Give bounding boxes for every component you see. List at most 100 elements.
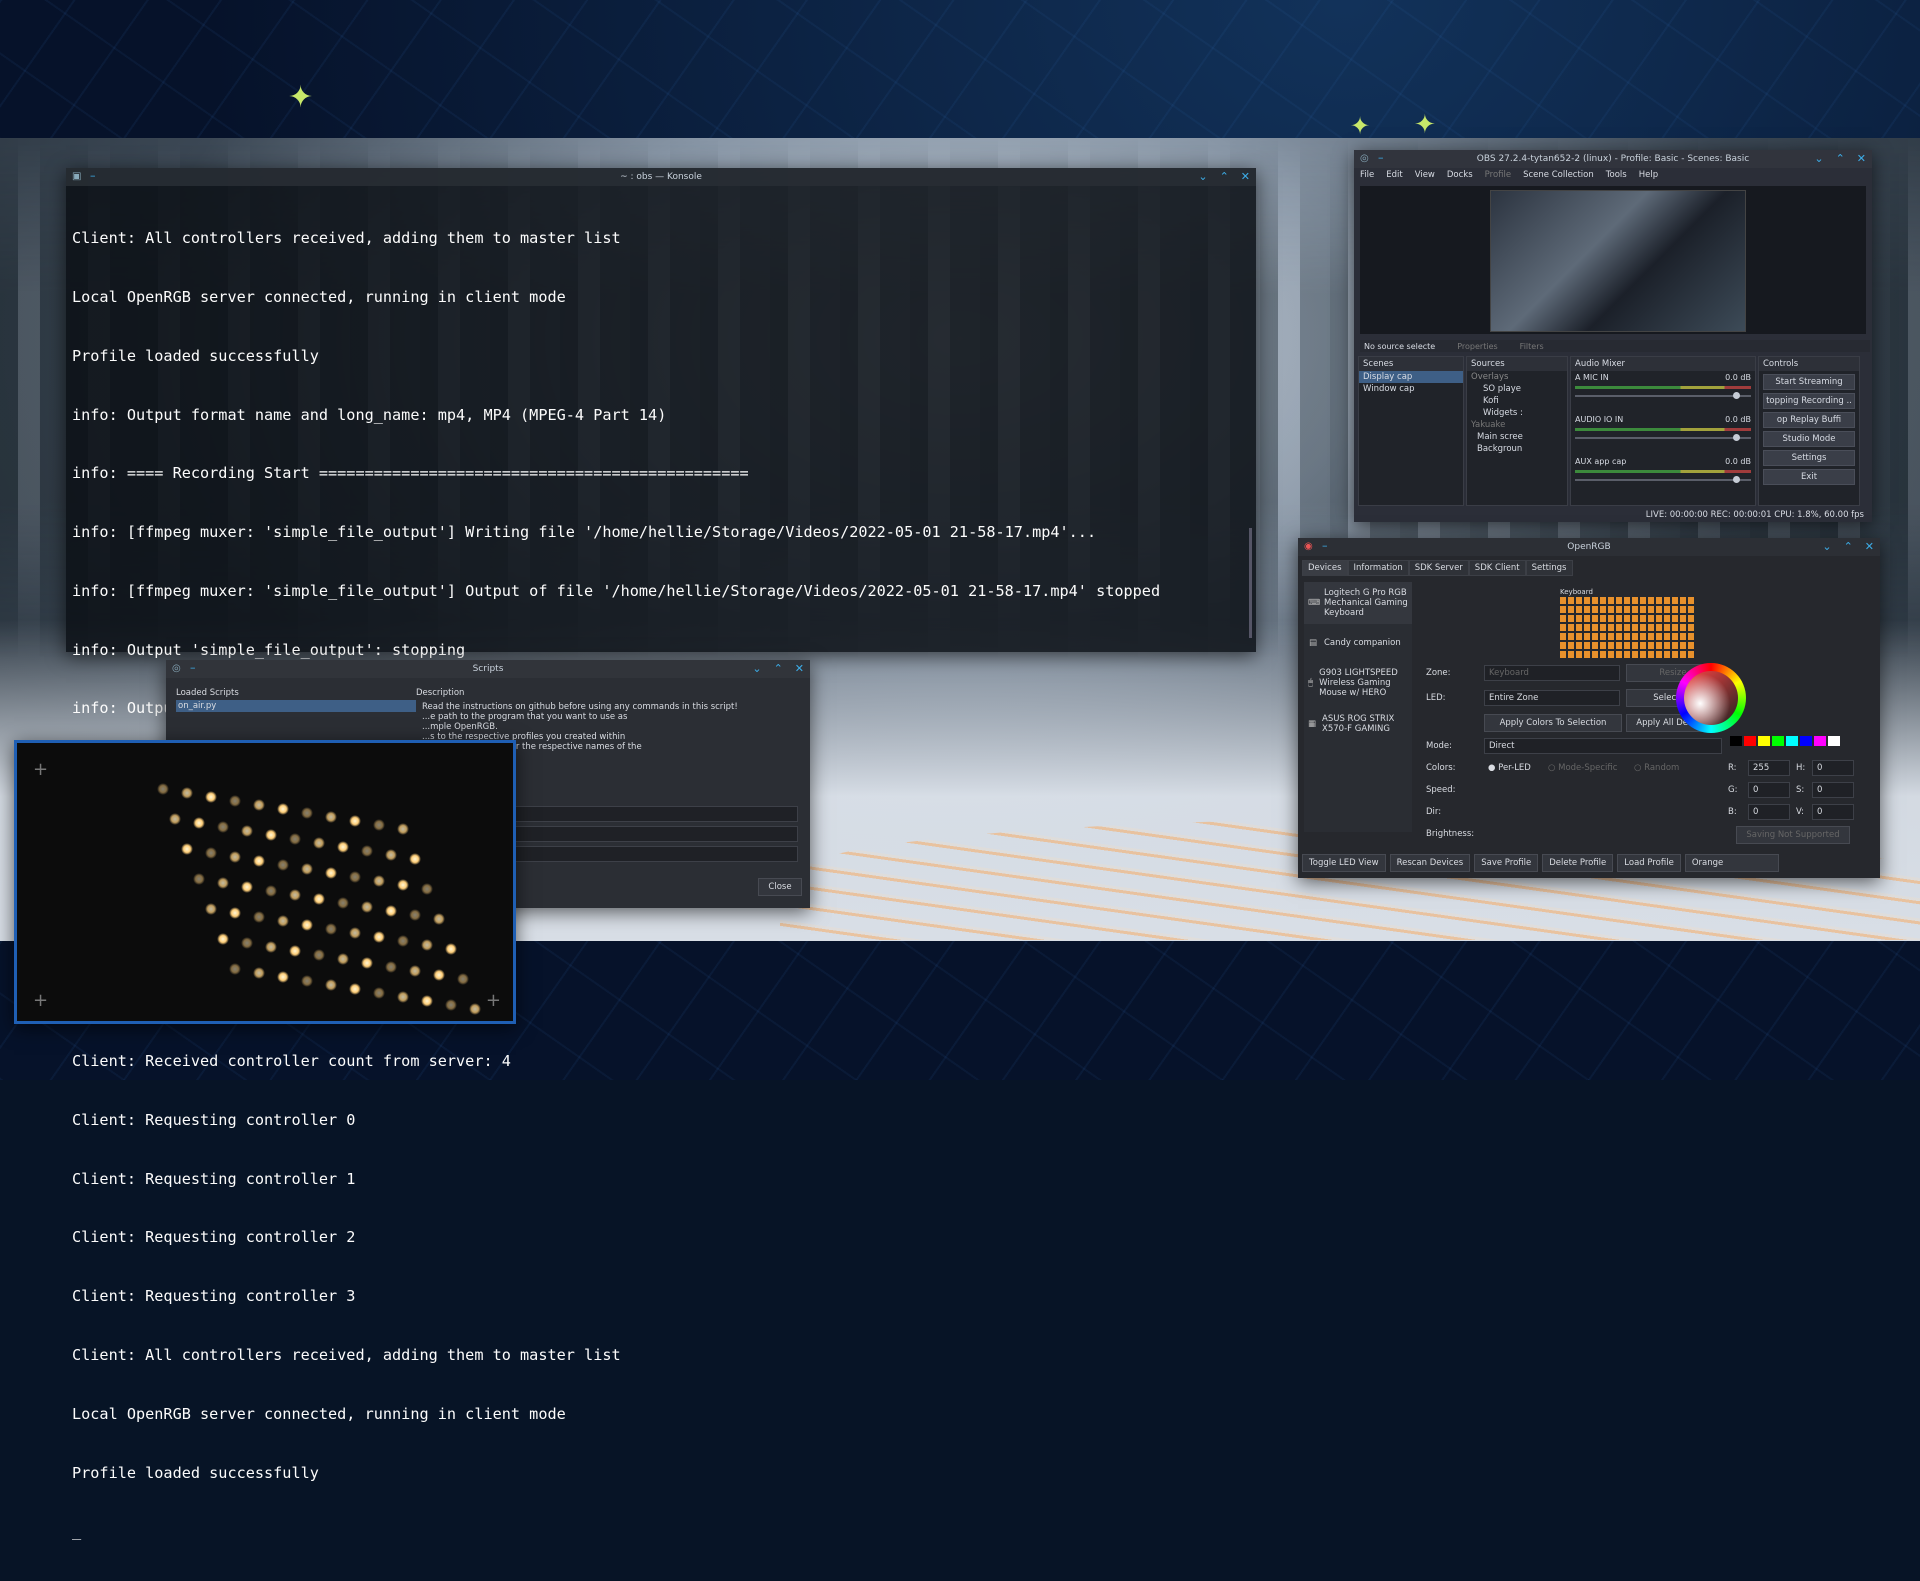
replay-buffer-button[interactable]: op Replay Buffi (1763, 412, 1855, 428)
color-swatch[interactable] (1730, 736, 1742, 746)
mode-specific-radio[interactable]: ○ Mode-Specific (1548, 763, 1617, 773)
close-button[interactable]: ✕ (1241, 170, 1250, 183)
minimize-button[interactable]: ⌄ (1822, 540, 1831, 553)
color-swatch[interactable] (1772, 736, 1784, 746)
slider-handle[interactable] (1733, 476, 1741, 483)
konsole-titlebar[interactable]: ▣ – ~ : obs — Konsole ⌄ ⌃ ✕ (66, 168, 1256, 186)
minimize-icon[interactable]: – (1378, 151, 1384, 164)
device-item[interactable]: ▤ Candy companion (1304, 632, 1412, 654)
minimize-button[interactable]: ⌄ (1198, 170, 1207, 183)
start-streaming-button[interactable]: Start Streaming (1763, 374, 1855, 390)
device-item[interactable]: 🖱 G903 LIGHTSPEED Wireless Gaming Mouse w… (1304, 662, 1412, 704)
stop-recording-button[interactable]: topping Recording .. (1763, 393, 1855, 409)
terminal-scrollbar[interactable] (1249, 528, 1252, 638)
source-item[interactable]: Yakuake (1467, 419, 1567, 431)
openrgb-titlebar[interactable]: ◉ – OpenRGB ⌄ ⌃ ✕ (1298, 538, 1880, 556)
v-spinbox[interactable]: 0 (1812, 804, 1854, 820)
source-item[interactable]: Main scree (1467, 431, 1567, 443)
led-select[interactable]: Entire Zone (1484, 690, 1620, 706)
device-item[interactable]: ▦ ASUS ROG STRIX X570-F GAMING (1304, 708, 1412, 740)
maximize-button[interactable]: ⌃ (1844, 540, 1853, 553)
maximize-button[interactable]: ⌃ (1836, 152, 1845, 165)
menu-file[interactable]: File (1360, 170, 1374, 180)
settings-button[interactable]: Settings (1763, 450, 1855, 466)
source-item[interactable]: SO playe (1467, 383, 1567, 395)
script-item[interactable]: on_air.py (176, 700, 416, 712)
exit-button[interactable]: Exit (1763, 469, 1855, 485)
scripts-titlebar[interactable]: ◎ – Scripts ⌄ ⌃ ✕ (166, 660, 810, 678)
color-swatch[interactable] (1786, 736, 1798, 746)
keyboard-led-glow (205, 847, 217, 859)
color-swatch[interactable] (1814, 736, 1826, 746)
device-item[interactable]: ⌨ Logitech G Pro RGB Mechanical Gaming Ke… (1304, 582, 1412, 624)
close-button[interactable]: ✕ (1865, 540, 1874, 553)
properties-button[interactable]: Properties (1457, 342, 1497, 351)
delete-profile-button[interactable]: Delete Profile (1542, 854, 1614, 872)
minimize-icon[interactable]: – (90, 169, 96, 182)
g-spinbox[interactable]: 0 (1748, 782, 1790, 798)
rescan-devices-button[interactable]: Rescan Devices (1389, 854, 1471, 872)
obs-preview[interactable] (1360, 186, 1866, 334)
filters-button[interactable]: Filters (1520, 342, 1544, 351)
close-button[interactable]: ✕ (1857, 152, 1866, 165)
scene-item[interactable]: Display cap (1359, 371, 1463, 383)
tab-devices[interactable]: Devices (1302, 560, 1348, 576)
profile-select[interactable]: Orange (1684, 854, 1779, 872)
tab-information[interactable]: Information (1347, 560, 1409, 576)
apply-selection-button[interactable]: Apply Colors To Selection (1484, 714, 1622, 732)
source-item[interactable]: Kofi (1467, 395, 1567, 407)
maximize-button[interactable]: ⌃ (774, 662, 783, 675)
volume-meter (1575, 428, 1751, 431)
saving-not-supported-button[interactable]: Saving Not Supported (1736, 826, 1850, 844)
volume-slider[interactable] (1575, 476, 1751, 483)
keyboard-led-glow (253, 855, 265, 867)
r-spinbox[interactable]: 255 (1748, 760, 1790, 776)
close-button[interactable]: ✕ (795, 662, 804, 675)
close-button[interactable]: Close (758, 878, 802, 896)
menu-help[interactable]: Help (1639, 170, 1658, 180)
scene-item[interactable]: Window cap (1359, 383, 1463, 395)
toggle-led-view-button[interactable]: Toggle LED View (1302, 854, 1386, 872)
mode-select[interactable]: Direct (1484, 738, 1722, 754)
minimize-button[interactable]: ⌄ (752, 662, 761, 675)
obs-titlebar[interactable]: ◎ – OBS 27.2.4-tytan652-2 (linux) - Prof… (1354, 150, 1872, 168)
menu-tools[interactable]: Tools (1606, 170, 1627, 180)
obs-menubar: File Edit View Docks Profile Scene Colle… (1354, 168, 1872, 182)
slider-handle[interactable] (1733, 434, 1741, 441)
keyboard-led-glow (325, 867, 337, 879)
source-item[interactable]: Overlays (1467, 371, 1567, 383)
slider-handle[interactable] (1733, 392, 1741, 399)
tab-sdk-server[interactable]: SDK Server (1408, 560, 1469, 576)
color-wheel[interactable] (1676, 663, 1746, 733)
per-led-radio[interactable]: ● Per-LED (1488, 763, 1531, 773)
s-spinbox[interactable]: 0 (1812, 782, 1854, 798)
menu-edit[interactable]: Edit (1386, 170, 1402, 180)
zone-select[interactable]: Keyboard (1484, 665, 1620, 681)
h-spinbox[interactable]: 0 (1812, 760, 1854, 776)
menu-view[interactable]: View (1415, 170, 1435, 180)
random-radio[interactable]: ○ Random (1634, 763, 1679, 773)
volume-slider[interactable] (1575, 434, 1751, 441)
load-profile-button[interactable]: Load Profile (1617, 854, 1681, 872)
volume-slider[interactable] (1575, 392, 1751, 399)
keyboard-led-view[interactable] (1560, 596, 1696, 658)
minimize-button[interactable]: ⌄ (1814, 152, 1823, 165)
save-profile-button[interactable]: Save Profile (1474, 854, 1539, 872)
terminal-cursor: _ (72, 1522, 82, 1541)
menu-scene-collection[interactable]: Scene Collection (1523, 170, 1594, 180)
minimize-icon[interactable]: – (1322, 539, 1328, 552)
tab-sdk-client[interactable]: SDK Client (1468, 560, 1526, 576)
color-swatch[interactable] (1758, 736, 1770, 746)
maximize-button[interactable]: ⌃ (1220, 170, 1229, 183)
minimize-icon[interactable]: – (190, 661, 196, 674)
color-swatch[interactable] (1828, 736, 1840, 746)
color-swatch[interactable] (1800, 736, 1812, 746)
studio-mode-button[interactable]: Studio Mode (1763, 431, 1855, 447)
source-item[interactable]: Widgets : (1467, 407, 1567, 419)
source-item[interactable]: Backgroun (1467, 443, 1567, 455)
b-spinbox[interactable]: 0 (1748, 804, 1790, 820)
menu-profile[interactable]: Profile (1485, 170, 1511, 180)
menu-docks[interactable]: Docks (1447, 170, 1473, 180)
color-swatch[interactable] (1744, 736, 1756, 746)
tab-settings[interactable]: Settings (1525, 560, 1573, 576)
